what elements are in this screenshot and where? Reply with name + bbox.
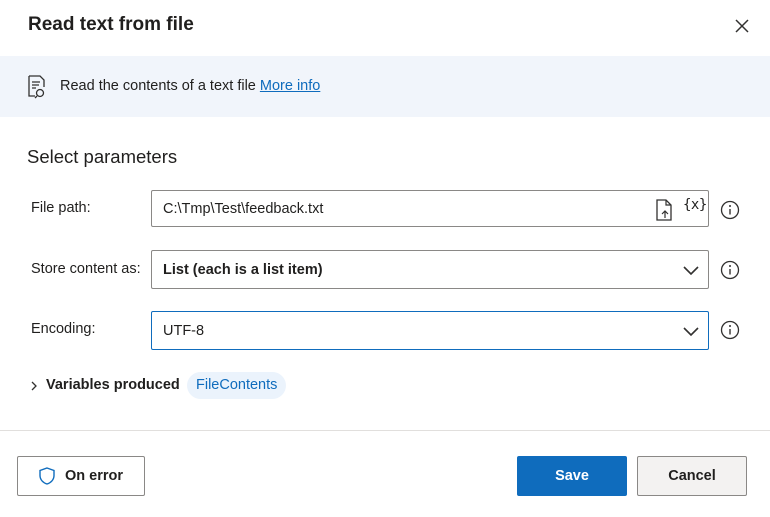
on-error-label: On error [64,468,123,484]
insert-variable-icon[interactable]: {x} [683,197,707,213]
banner-text: Read the contents of a text file More inf… [60,78,320,94]
footer-divider [0,430,770,431]
file-path-label: File path: [31,200,91,216]
dialog-title: Read text from file [28,14,194,35]
encoding-select[interactable]: UTF-8 [151,311,709,350]
select-file-icon[interactable] [655,199,673,221]
chevron-down-icon [683,327,699,337]
shield-icon [39,467,55,485]
encoding-label: Encoding: [31,321,96,337]
info-icon[interactable] [720,200,740,220]
read-text-from-file-dialog: Read text from file Read the contents of… [0,0,770,517]
chevron-right-icon[interactable] [29,379,39,393]
section-title: Select parameters [27,146,178,167]
variables-produced-label[interactable]: Variables produced [46,377,180,393]
file-path-value: C:\Tmp\Test\feedback.txt [163,201,324,217]
close-button[interactable] [730,14,754,38]
chevron-down-icon [683,266,699,276]
info-icon[interactable] [720,320,740,340]
info-banner: Read the contents of a text file More inf… [0,56,770,117]
store-content-label: Store content as: [31,261,141,277]
on-error-button[interactable]: On error [17,456,145,496]
close-icon [735,19,749,33]
encoding-value: UTF-8 [163,323,205,339]
store-content-select[interactable]: List (each is a list item) [151,250,709,289]
cancel-button[interactable]: Cancel [637,456,747,496]
banner-description: Read the contents of a text file [60,78,256,94]
variables-produced-row: Variables produced FileContents [29,372,329,400]
document-read-icon [28,75,45,99]
more-info-link[interactable]: More info [260,78,320,94]
file-path-input[interactable]: C:\Tmp\Test\feedback.txt {x} [151,190,709,227]
store-content-value: List (each is a list item) [163,262,323,278]
save-button[interactable]: Save [517,456,627,496]
variable-pill[interactable]: FileContents [187,372,287,399]
info-icon[interactable] [720,260,740,280]
